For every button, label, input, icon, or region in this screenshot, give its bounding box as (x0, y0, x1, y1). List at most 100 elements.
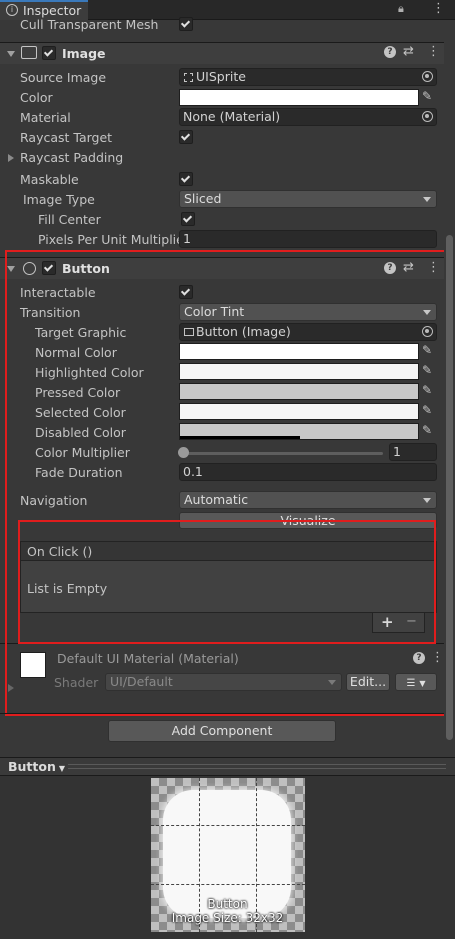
fade-duration-label: Fade Duration (35, 465, 123, 480)
image-type-label: Image Type (23, 192, 95, 207)
color-multiplier-slider-handle[interactable] (178, 447, 189, 458)
color-label: Color (20, 90, 53, 105)
chevron-down-icon (423, 498, 431, 503)
interactable-label: Interactable (20, 285, 96, 300)
cull-transparent-mesh-checkbox[interactable] (179, 17, 193, 31)
source-image-label: Source Image (20, 70, 107, 85)
normal-color-swatch[interactable] (179, 343, 419, 360)
image-presets-icon[interactable]: ⇄ (403, 44, 414, 59)
navigation-dropdown[interactable]: Automatic (179, 491, 437, 509)
material-menu-icon[interactable]: ⋮ (431, 650, 444, 665)
visualize-button[interactable]: Visualize (179, 512, 437, 529)
on-click-header: On Click () (20, 541, 437, 561)
chevron-down-icon (423, 310, 431, 315)
scrollbar-thumb[interactable] (446, 235, 453, 740)
selected-color-swatch[interactable] (179, 403, 419, 420)
pressed-color-swatch[interactable] (179, 383, 419, 400)
maskable-checkbox[interactable] (179, 172, 193, 186)
eyedropper-icon[interactable]: ✎ (422, 403, 436, 417)
button-presets-icon[interactable]: ⇄ (403, 260, 414, 275)
list-icon: ☰ (406, 678, 416, 689)
color-multiplier-slider-track[interactable] (183, 452, 383, 455)
preview-drag-handle[interactable] (68, 764, 446, 769)
target-graphic-field[interactable]: Button (Image) (179, 323, 437, 341)
add-event-button[interactable]: + (381, 613, 394, 631)
remove-event-button[interactable]: − (406, 614, 417, 629)
image-help-icon[interactable]: ? (384, 46, 396, 58)
button-enabled-checkbox[interactable] (42, 261, 56, 275)
highlighted-color-label: Highlighted Color (35, 365, 144, 380)
button-menu-icon[interactable]: ⋮ (427, 260, 440, 275)
image-type-dropdown[interactable]: Sliced (179, 190, 437, 208)
eyedropper-icon[interactable]: ✎ (422, 423, 436, 437)
pressed-color-label: Pressed Color (35, 385, 121, 400)
raycast-target-label: Raycast Target (20, 130, 113, 145)
chevron-down-icon (423, 197, 431, 202)
eyedropper-icon[interactable]: ✎ (422, 89, 436, 103)
target-graphic-label: Target Graphic (35, 325, 127, 340)
preview-title-dropdown[interactable]: Button ▼ (8, 759, 65, 774)
button-component-title: Button (62, 261, 110, 276)
edit-shader-button[interactable]: Edit... (346, 673, 390, 691)
target-graphic-value: Button (Image) (196, 324, 291, 339)
preview-header: Button ▼ (0, 757, 455, 776)
button-foldout-icon[interactable] (7, 266, 15, 272)
image-enabled-checkbox[interactable] (42, 46, 56, 60)
color-multiplier-value: 1 (393, 444, 401, 459)
ppu-field[interactable]: 1 (179, 230, 437, 248)
button-component-icon (23, 262, 36, 275)
fill-center-checkbox[interactable] (181, 212, 195, 226)
transition-dropdown[interactable]: Color Tint (179, 303, 437, 321)
shader-label: Shader (54, 675, 99, 690)
eyedropper-icon[interactable]: ✎ (422, 383, 436, 397)
material-field[interactable]: None (Material) (179, 108, 437, 126)
chevron-down-icon (328, 680, 336, 685)
selected-color-label: Selected Color (35, 405, 126, 420)
slice-line-bottom (151, 884, 305, 885)
fade-duration-field[interactable]: 0.1 (179, 463, 437, 481)
interactable-checkbox[interactable] (179, 285, 193, 299)
preview-size-label: Image Size: 32x32 (171, 911, 284, 925)
image-menu-icon[interactable]: ⋮ (427, 44, 440, 59)
on-click-footer: + − (372, 613, 425, 633)
color-multiplier-field[interactable]: 1 (389, 443, 437, 461)
shader-dropdown[interactable]: UI/Default (105, 673, 342, 691)
image-component-icon (21, 46, 37, 59)
shader-options-button[interactable]: ☰ ▼ (395, 673, 437, 691)
alpha-bar (180, 436, 300, 439)
eyedropper-icon[interactable]: ✎ (422, 343, 436, 357)
highlighted-color-swatch[interactable] (179, 363, 419, 380)
material-picker-icon[interactable] (422, 111, 433, 122)
material-preview-swatch (20, 652, 46, 678)
slice-line-top (151, 825, 305, 826)
add-component-separator (0, 713, 444, 714)
image-foldout-icon[interactable] (7, 51, 15, 57)
material-foldout-icon[interactable] (8, 684, 14, 692)
material-help-icon[interactable]: ? (413, 652, 425, 664)
raycast-padding-foldout-icon[interactable] (8, 154, 14, 162)
navigation-label: Navigation (20, 493, 88, 508)
navigation-value: Automatic (184, 492, 249, 507)
disabled-color-swatch[interactable] (179, 423, 419, 440)
raycast-target-checkbox[interactable] (179, 130, 193, 144)
color-multiplier-label: Color Multiplier (35, 445, 130, 460)
source-image-picker-icon[interactable] (422, 71, 433, 82)
fill-center-label: Fill Center (38, 212, 101, 227)
material-section-divider (0, 643, 444, 644)
chevron-down-icon: ▼ (419, 679, 426, 688)
cull-transparent-mesh-label: Cull Transparent Mesh (20, 17, 159, 32)
material-label: Material (20, 110, 71, 125)
add-component-button[interactable]: Add Component (108, 720, 336, 742)
target-graphic-picker-icon[interactable] (422, 326, 433, 337)
normal-color-label: Normal Color (35, 345, 117, 360)
more-menu-icon[interactable]: ⋮ (432, 1, 445, 16)
source-image-value: UISprite (196, 69, 246, 84)
source-image-field[interactable]: UISprite (179, 68, 437, 86)
lock-icon[interactable]: 🔒︎ (398, 2, 404, 16)
button-help-icon[interactable]: ? (384, 262, 396, 274)
image-color-swatch[interactable] (179, 89, 419, 106)
eyedropper-icon[interactable]: ✎ (422, 363, 436, 377)
sprite-icon (184, 73, 193, 82)
transition-value: Color Tint (184, 304, 245, 319)
raycast-padding-label[interactable]: Raycast Padding (20, 150, 123, 165)
